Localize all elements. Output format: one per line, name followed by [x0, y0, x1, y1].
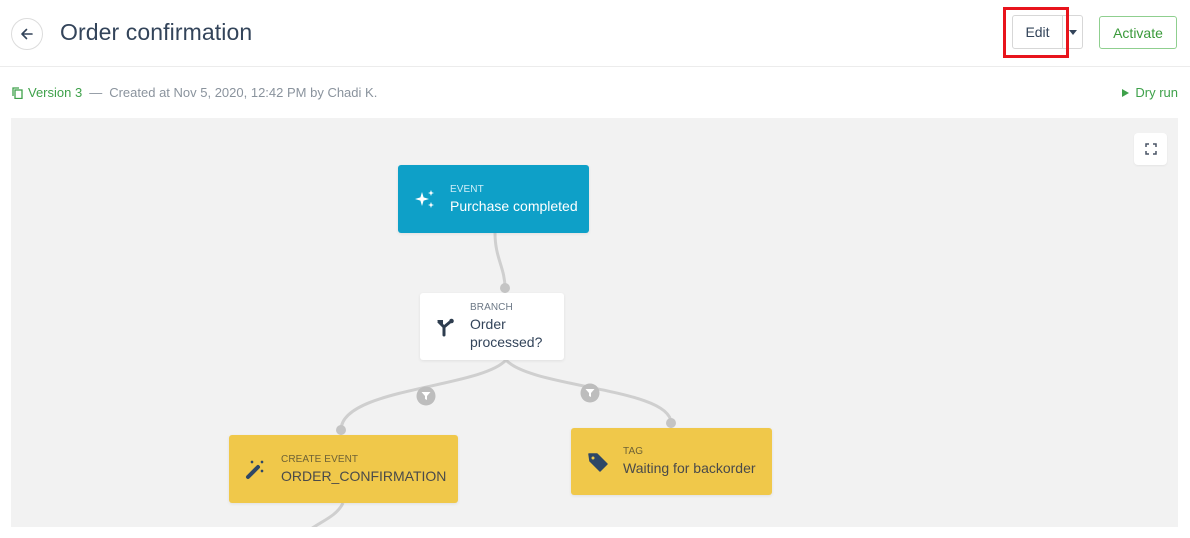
page-title: Order confirmation: [60, 19, 253, 45]
connector-event-branch: [493, 232, 507, 289]
connector-create-next: [311, 502, 345, 527]
connector-dot: [666, 418, 676, 428]
node-name: Order processed?: [470, 316, 543, 350]
back-button[interactable]: [11, 18, 43, 50]
node-name: ORDER_CONFIRMATION: [281, 467, 447, 484]
caret-down-icon: [1068, 29, 1077, 35]
node-name: Purchase completed: [450, 197, 578, 214]
dry-run-label: Dry run: [1135, 85, 1178, 100]
node-type: EVENT: [450, 183, 484, 195]
filter-icon[interactable]: [580, 383, 600, 403]
node-name: Waiting for backorder: [623, 460, 756, 476]
node-type: CREATE EVENT: [281, 453, 359, 465]
node-tag[interactable]: TAG Waiting for backorder: [571, 428, 772, 495]
node-branch[interactable]: BRANCH Order processed?: [420, 293, 564, 360]
tag-icon: [587, 451, 609, 473]
separator: —: [89, 85, 103, 100]
edit-dropdown-toggle[interactable]: [1063, 15, 1083, 49]
branch-icon: [436, 316, 456, 338]
node-event[interactable]: EVENT Purchase completed: [398, 165, 589, 233]
dry-run-button[interactable]: Dry run: [1122, 85, 1178, 100]
node-type: BRANCH: [470, 302, 513, 313]
version-link[interactable]: Version 3: [12, 85, 82, 100]
expand-icon: [1144, 143, 1157, 155]
version-info: Version 3 — Created at Nov 5, 2020, 12:4…: [12, 85, 377, 100]
created-info: Created at Nov 5, 2020, 12:42 PM by Chad…: [109, 85, 378, 100]
workflow-canvas[interactable]: EVENT Purchase completed BRANCH Order pr…: [11, 118, 1178, 527]
connector-dot: [336, 425, 346, 435]
play-icon: [1122, 88, 1130, 97]
copy-icon: [12, 86, 23, 99]
version-label: Version 3: [28, 85, 83, 100]
sparkles-icon: [414, 188, 436, 210]
arrow-left-icon: [21, 28, 33, 40]
node-type: TAG: [623, 446, 644, 457]
edit-button[interactable]: Edit: [1012, 15, 1063, 49]
connector-dot: [500, 283, 510, 293]
fullscreen-button[interactable]: [1134, 133, 1167, 165]
node-create-event[interactable]: CREATE EVENT ORDER_CONFIRMATION: [229, 435, 458, 503]
edit-button-group: Edit: [1012, 15, 1083, 49]
activate-button[interactable]: Activate: [1099, 16, 1177, 49]
magic-wand-icon: [245, 458, 267, 480]
filter-icon[interactable]: [416, 386, 436, 406]
page-header: Order confirmation Edit Activate: [0, 0, 1190, 67]
